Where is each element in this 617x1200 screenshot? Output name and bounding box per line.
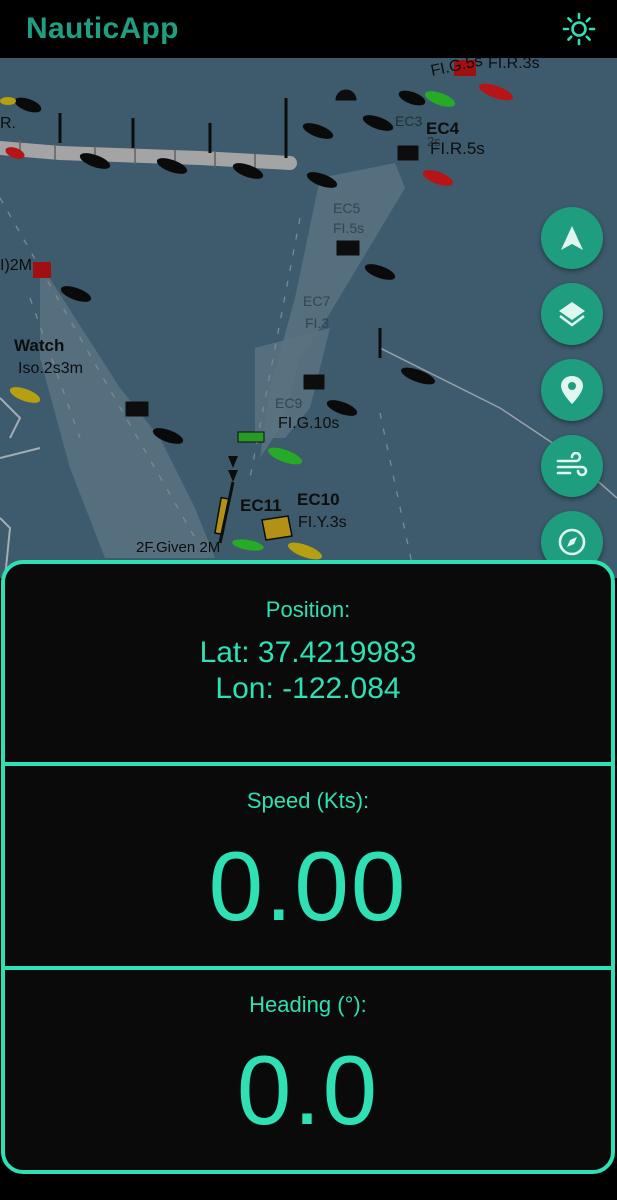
app-bar: NauticApp — [0, 0, 617, 58]
compass-icon — [558, 528, 586, 556]
location-pin-icon — [561, 376, 583, 404]
speed-label: Speed (Kts): — [246, 788, 370, 813]
layers-button[interactable] — [541, 283, 603, 345]
chart-canvas[interactable]: FI.G.5s FI.R.3s EC4 FI.R.5s EC3 2s EC5 F… — [0, 58, 617, 578]
wind-button[interactable] — [541, 435, 603, 497]
position-label: Position: — [265, 597, 351, 622]
latitude-value: Lat: 37.4219983 — [199, 636, 417, 669]
map-controls — [541, 207, 603, 578]
location-button[interactable] — [541, 359, 603, 421]
night-overlay — [0, 58, 617, 578]
app-title: NauticApp — [26, 12, 179, 45]
navigation-button[interactable] — [541, 207, 603, 269]
navigation-arrow-icon — [561, 226, 583, 250]
position-panel: Position: Lat: 37.4219983 Lon: -122.084 — [1, 560, 615, 766]
speed-value: 0.00 — [208, 831, 408, 941]
heading-label: Heading (°): — [249, 992, 367, 1017]
heading-panel: Heading (°): 0.0 — [1, 966, 615, 1174]
heading-value: 0.0 — [236, 1035, 380, 1145]
sun-icon — [562, 12, 596, 46]
longitude-value: Lon: -122.084 — [215, 672, 401, 705]
speed-panel: Speed (Kts): 0.00 — [1, 762, 615, 970]
wind-icon — [556, 452, 588, 477]
layers-icon — [559, 302, 585, 327]
nautical-chart-map[interactable]: FI.G.5s FI.R.3s EC4 FI.R.5s EC3 2s EC5 F… — [0, 58, 617, 578]
theme-toggle-button[interactable] — [559, 9, 599, 49]
